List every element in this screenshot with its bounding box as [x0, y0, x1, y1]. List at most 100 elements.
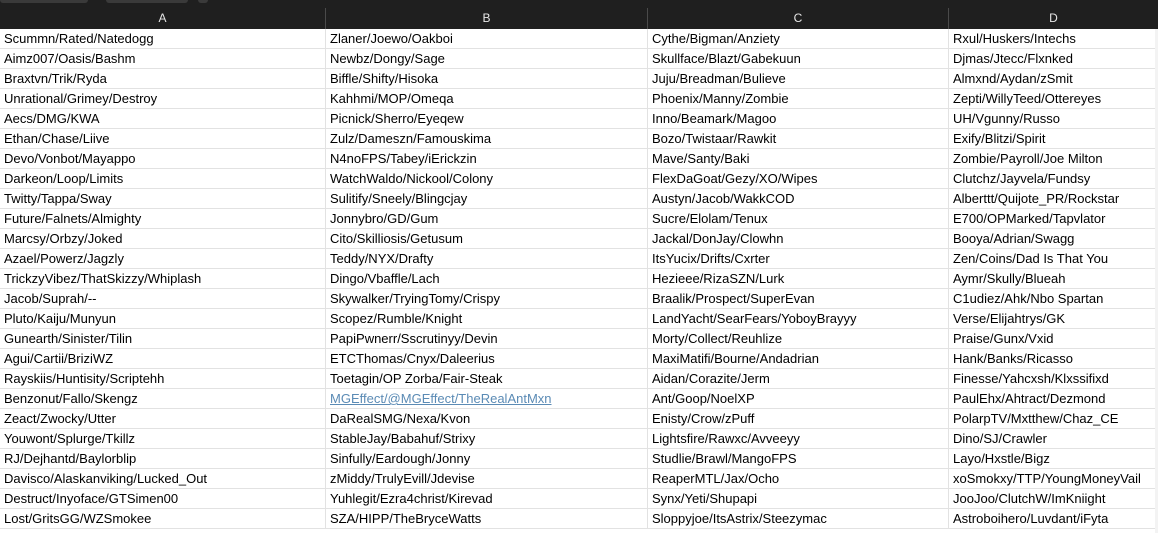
- cell-d[interactable]: PaulEhx/Ahtract/Dezmond: [949, 389, 1158, 409]
- cell-a[interactable]: Agui/Cartii/BriziWZ: [0, 349, 326, 369]
- cell-c[interactable]: Inno/Beamark/Magoo: [648, 109, 949, 129]
- cell-b[interactable]: Kahhmi/MOP/Omeqa: [326, 89, 648, 109]
- cell-a[interactable]: RJ/Dejhantd/Baylorblip: [0, 449, 326, 469]
- cell-c[interactable]: MaxiMatifi/Bourne/Andadrian: [648, 349, 949, 369]
- cell-d[interactable]: PolarpTV/Mxtthew/Chaz_CE: [949, 409, 1158, 429]
- cell-a[interactable]: Aimz007/Oasis/Bashm: [0, 49, 326, 69]
- cell-a[interactable]: Rayskiis/Huntisity/Scriptehh: [0, 369, 326, 389]
- cell-b[interactable]: zMiddy/TrulyEvill/Jdevise: [326, 469, 648, 489]
- cell-b[interactable]: N4noFPS/Tabey/iErickzin: [326, 149, 648, 169]
- cell-d[interactable]: Clutchz/Jayvela/Fundsy: [949, 169, 1158, 189]
- cell-a[interactable]: Benzonut/Fallo/Skengz: [0, 389, 326, 409]
- cell-b[interactable]: Picnick/Sherro/Eyeqew: [326, 109, 648, 129]
- cell-d[interactable]: Exify/Blitzi/Spirit: [949, 129, 1158, 149]
- column-header-a[interactable]: A: [0, 8, 326, 29]
- cell-c[interactable]: Phoenix/Manny/Zombie: [648, 89, 949, 109]
- cell-d[interactable]: Layo/Hxstle/Bigz: [949, 449, 1158, 469]
- cell-d[interactable]: C1udiez/Ahk/Nbo Spartan: [949, 289, 1158, 309]
- cell-d[interactable]: Zepti/WillyTeed/Ottereyes: [949, 89, 1158, 109]
- cell-a[interactable]: Pluto/Kaiju/Munyun: [0, 309, 326, 329]
- cell-b[interactable]: PapiPwnerr/Sscrutinyy/Devin: [326, 329, 648, 349]
- cell-a[interactable]: TrickzyVibez/ThatSkizzy/Whiplash: [0, 269, 326, 289]
- cell-a[interactable]: Zeact/Zwocky/Utter: [0, 409, 326, 429]
- cell-a[interactable]: Jacob/Suprah/--: [0, 289, 326, 309]
- cell-b[interactable]: Biffle/Shifty/Hisoka: [326, 69, 648, 89]
- cell-a[interactable]: Marcsy/Orbzy/Joked: [0, 229, 326, 249]
- cell-d[interactable]: Hank/Banks/Ricasso: [949, 349, 1158, 369]
- cell-c[interactable]: Aidan/Corazite/Jerm: [648, 369, 949, 389]
- cell-a[interactable]: Unrational/Grimey/Destroy: [0, 89, 326, 109]
- cell-d[interactable]: Dino/SJ/Crawler: [949, 429, 1158, 449]
- cell-b[interactable]: Zlaner/Joewo/Oakboi: [326, 29, 648, 49]
- cell-hyperlink[interactable]: MGEffect/@MGEffect/TheRealAntMxn: [330, 391, 552, 406]
- cell-c[interactable]: Hezieee/RizaSZN/Lurk: [648, 269, 949, 289]
- cell-b[interactable]: Yuhlegit/Ezra4christ/Kirevad: [326, 489, 648, 509]
- cell-a[interactable]: Braxtvn/Trik/Ryda: [0, 69, 326, 89]
- cell-a[interactable]: Davisco/Alaskanviking/Lucked_Out: [0, 469, 326, 489]
- cell-b[interactable]: Sinfully/Eardough/Jonny: [326, 449, 648, 469]
- cell-b[interactable]: Newbz/Dongy/Sage: [326, 49, 648, 69]
- cell-c[interactable]: Studlie/Brawl/MangoFPS: [648, 449, 949, 469]
- cell-b[interactable]: SZA/HIPP/TheBryceWatts: [326, 509, 648, 529]
- cell-c[interactable]: Austyn/Jacob/WakkCOD: [648, 189, 949, 209]
- cell-b[interactable]: ETCThomas/Cnyx/Daleerius: [326, 349, 648, 369]
- cell-c[interactable]: Cythe/Bigman/Anziety: [648, 29, 949, 49]
- cell-d[interactable]: Djmas/Jtecc/Flxnked: [949, 49, 1158, 69]
- cell-d[interactable]: Astroboihero/Luvdant/iFyta: [949, 509, 1158, 529]
- cell-c[interactable]: Juju/Breadman/Bulieve: [648, 69, 949, 89]
- cell-d[interactable]: Praise/Gunx/Vxid: [949, 329, 1158, 349]
- cell-b[interactable]: Toetagin/OP Zorba/Fair-Steak: [326, 369, 648, 389]
- cell-b[interactable]: DaRealSMG/Nexa/Kvon: [326, 409, 648, 429]
- cell-c[interactable]: ItsYucix/Drifts/Cxrter: [648, 249, 949, 269]
- cell-b[interactable]: Teddy/NYX/Drafty: [326, 249, 648, 269]
- cell-c[interactable]: Skullface/Blazt/Gabekuun: [648, 49, 949, 69]
- cell-b[interactable]: Skywalker/TryingTomy/Crispy: [326, 289, 648, 309]
- cell-a[interactable]: Aecs/DMG/KWA: [0, 109, 326, 129]
- cell-b[interactable]: Sulitify/Sneely/Blingcjay: [326, 189, 648, 209]
- cell-d[interactable]: xoSmokxy/TTP/YoungMoneyVail: [949, 469, 1158, 489]
- cell-c[interactable]: Braalik/Prospect/SuperEvan: [648, 289, 949, 309]
- cell-c[interactable]: Enisty/Crow/zPuff: [648, 409, 949, 429]
- cell-d[interactable]: Verse/Elijahtrys/GK: [949, 309, 1158, 329]
- cell-c[interactable]: Jackal/DonJay/Clowhn: [648, 229, 949, 249]
- cell-c[interactable]: Morty/Collect/Reuhlize: [648, 329, 949, 349]
- cell-c[interactable]: Synx/Yeti/Shupapi: [648, 489, 949, 509]
- cell-b[interactable]: StableJay/Babahuf/Strixy: [326, 429, 648, 449]
- column-header-c[interactable]: C: [648, 8, 949, 29]
- cell-b[interactable]: Dingo/Vbaffle/Lach: [326, 269, 648, 289]
- cell-a[interactable]: Scummn/Rated/Natedogg: [0, 29, 326, 49]
- cell-a[interactable]: Ethan/Chase/Liive: [0, 129, 326, 149]
- cell-d[interactable]: Finesse/Yahcxsh/Klxssifixd: [949, 369, 1158, 389]
- cell-c[interactable]: FlexDaGoat/Gezy/XO/Wipes: [648, 169, 949, 189]
- cell-a[interactable]: Devo/Vonbot/Mayappo: [0, 149, 326, 169]
- cell-a[interactable]: Azael/Powerz/Jagzly: [0, 249, 326, 269]
- cell-c[interactable]: LandYacht/SearFears/YoboyBrayyy: [648, 309, 949, 329]
- cell-d[interactable]: JooJoo/ClutchW/ImKniight: [949, 489, 1158, 509]
- cell-c[interactable]: Bozo/Twistaar/Rawkit: [648, 129, 949, 149]
- cell-c[interactable]: Ant/Goop/NoelXP: [648, 389, 949, 409]
- cell-d[interactable]: Alberttt/Quijote_PR/Rockstar: [949, 189, 1158, 209]
- cell-a[interactable]: Future/Falnets/Almighty: [0, 209, 326, 229]
- column-header-b[interactable]: B: [326, 8, 648, 29]
- cell-c[interactable]: ReaperMTL/Jax/Ocho: [648, 469, 949, 489]
- cell-d[interactable]: Zen/Coins/Dad Is That You: [949, 249, 1158, 269]
- cell-a[interactable]: Gunearth/Sinister/Tilin: [0, 329, 326, 349]
- cell-b[interactable]: Cito/Skilliosis/Getusum: [326, 229, 648, 249]
- cell-d[interactable]: UH/Vgunny/Russo: [949, 109, 1158, 129]
- cell-d[interactable]: E700/OPMarked/Tapvlator: [949, 209, 1158, 229]
- cell-c[interactable]: Lightsfire/Rawxc/Avveeyy: [648, 429, 949, 449]
- cell-c[interactable]: Mave/Santy/Baki: [648, 149, 949, 169]
- cell-d[interactable]: Booya/Adrian/Swagg: [949, 229, 1158, 249]
- cell-c[interactable]: Sloppyjoe/ItsAstrix/Steezymac: [648, 509, 949, 529]
- cell-d[interactable]: Almxnd/Aydan/zSmit: [949, 69, 1158, 89]
- cell-a[interactable]: Twitty/Tappa/Sway: [0, 189, 326, 209]
- cell-b[interactable]: MGEffect/@MGEffect/TheRealAntMxn: [326, 389, 648, 409]
- cell-b[interactable]: Jonnybro/GD/Gum: [326, 209, 648, 229]
- cell-b[interactable]: WatchWaldo/Nickool/Colony: [326, 169, 648, 189]
- cell-c[interactable]: Sucre/Elolam/Tenux: [648, 209, 949, 229]
- column-header-d[interactable]: D: [949, 8, 1158, 29]
- cell-a[interactable]: Youwont/Splurge/Tkillz: [0, 429, 326, 449]
- cell-d[interactable]: Aymr/Skully/Blueah: [949, 269, 1158, 289]
- cell-a[interactable]: Lost/GritsGG/WZSmokee: [0, 509, 326, 529]
- cell-b[interactable]: Zulz/Dameszn/Famouskima: [326, 129, 648, 149]
